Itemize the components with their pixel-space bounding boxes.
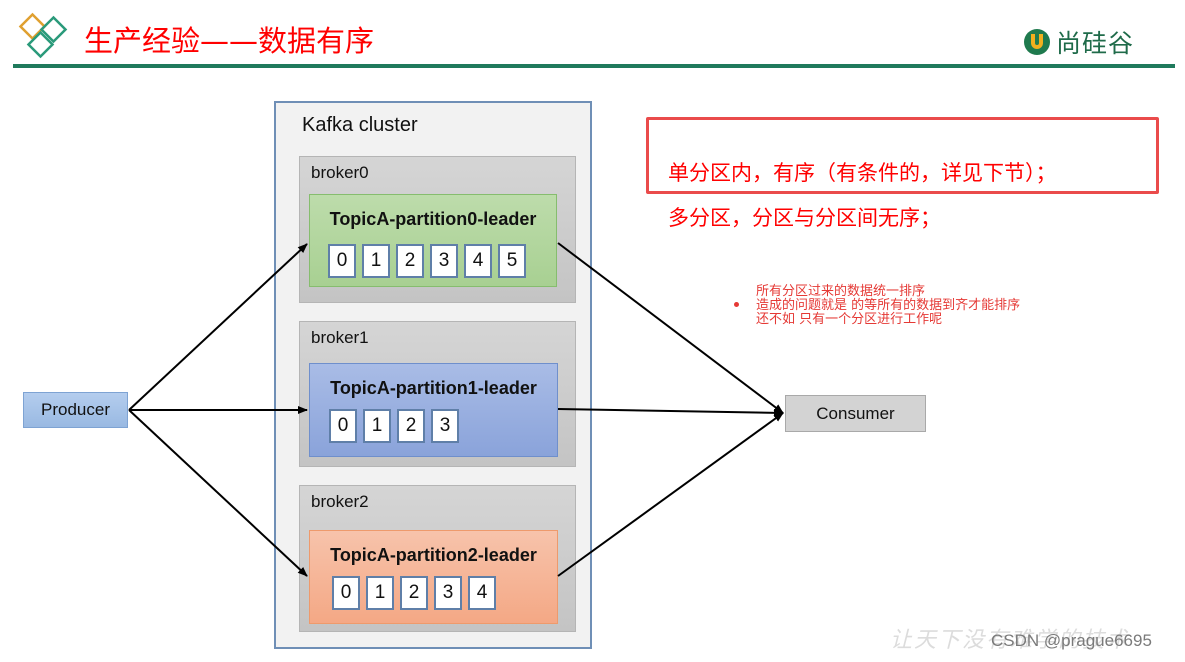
bullet-icon xyxy=(734,302,739,307)
flow-arrows xyxy=(128,242,784,577)
arrow-partition0-to-consumer xyxy=(557,242,784,414)
comment-line: 造成的问题就是 的等所有的数据到齐才能排序 xyxy=(756,298,1021,313)
arrow-producer-to-partition2 xyxy=(128,409,308,577)
note-multi-partition: 多分区，分区与分区间无序； xyxy=(668,206,941,230)
arrow-partition1-to-consumer xyxy=(557,408,784,417)
arrow-partition2-to-consumer xyxy=(557,412,784,577)
comment-line: 还不如 只有一个分区进行工作呢 xyxy=(756,312,943,327)
comment-annotation: 所有分区过来的数据统一排序 造成的问题就是 的等所有的数据到齐才能排序 还不如 … xyxy=(756,285,1020,327)
arrow-producer-to-partition0 xyxy=(128,243,308,411)
note-single-partition: 单分区内，有序（有条件的，详见下节）； xyxy=(668,161,1057,185)
csdn-watermark: CSDN @prague6695 xyxy=(991,631,1152,650)
comment-line: 所有分区过来的数据统一排序 xyxy=(756,284,926,299)
